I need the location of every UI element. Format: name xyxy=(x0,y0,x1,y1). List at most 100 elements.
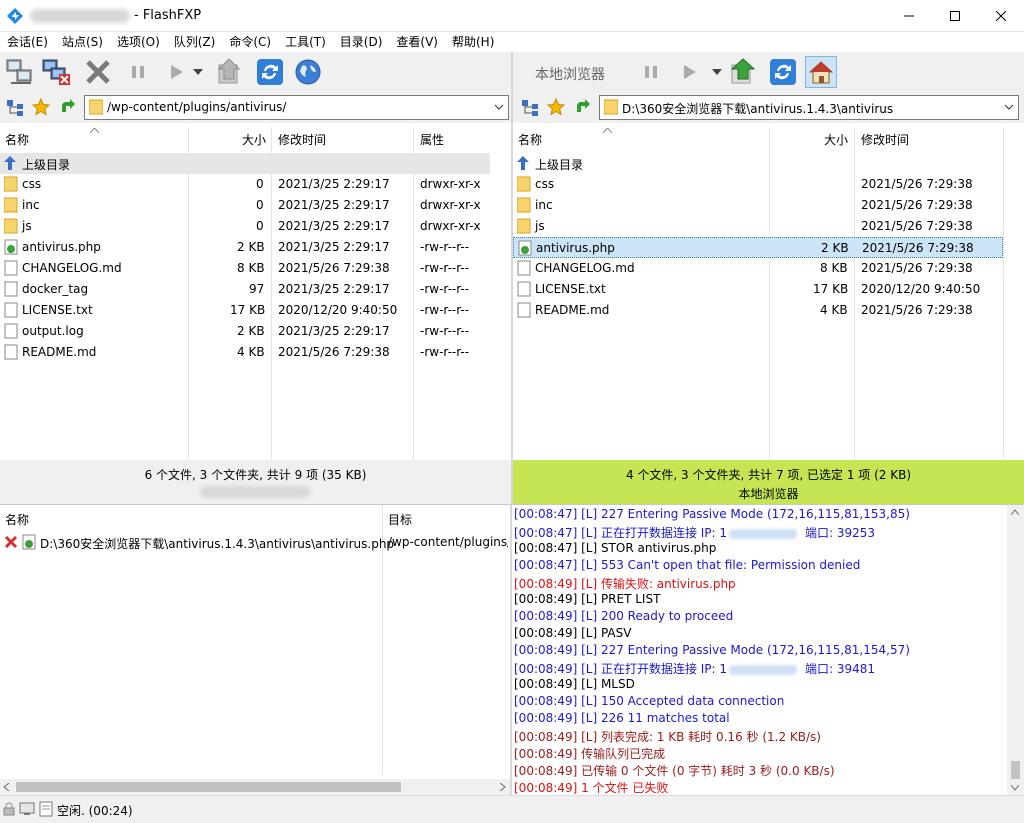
favorite-star-icon[interactable] xyxy=(32,98,50,116)
transfer-queue-button[interactable] xyxy=(160,56,192,88)
menu-commands[interactable]: 命令(C) xyxy=(222,32,278,52)
transfer-up-button[interactable] xyxy=(214,56,246,88)
up-dir-row[interactable]: 上级目录 xyxy=(513,153,1003,174)
browse-web-button[interactable] xyxy=(292,56,324,88)
maximize-icon xyxy=(950,11,960,21)
log-line: [00:08:49] [L] 传输失败: antivirus.php xyxy=(514,575,736,592)
menu-queue[interactable]: 队列(Z) xyxy=(167,32,223,52)
php-file-icon xyxy=(518,240,532,256)
maximize-button[interactable] xyxy=(932,0,978,32)
remote-path-combo[interactable]: /wp-content/plugins/antivirus/ xyxy=(84,95,509,120)
log-line: [00:08:47] [L] 227 Entering Passive Mode… xyxy=(514,507,910,521)
sitemap-icon[interactable] xyxy=(521,99,539,117)
refresh-remote-button[interactable] xyxy=(254,56,286,88)
minimize-button[interactable] xyxy=(886,0,932,32)
menu-view[interactable]: 查看(V) xyxy=(389,32,445,52)
table-row[interactable]: LICENSE.txt 17 KB 2020/12/20 9:40:50 xyxy=(513,279,1003,300)
folder-icon xyxy=(4,176,18,192)
local-pause-button[interactable] xyxy=(635,56,667,88)
log-timestamp: [00:08:49] xyxy=(514,643,582,657)
close-button[interactable] xyxy=(978,0,1024,32)
folder-icon xyxy=(4,218,18,234)
local-path-combo[interactable]: D:\360安全浏览器下载\antivirus.1.4.3\antivirus xyxy=(599,95,1019,120)
chevron-down-icon xyxy=(494,104,504,110)
log-vscrollbar[interactable] xyxy=(1007,505,1024,795)
monitor-icon xyxy=(19,802,35,815)
menu-tools[interactable]: 工具(T) xyxy=(278,32,333,52)
local-browser-label: 本地浏览器 xyxy=(535,67,605,83)
blurred-site-label xyxy=(200,486,310,498)
queue-hscrollbar[interactable] xyxy=(0,779,510,795)
col-header-modified[interactable]: 修改时间 xyxy=(861,131,909,153)
disconnect-computers-icon xyxy=(42,59,70,85)
folder-icon xyxy=(517,176,531,192)
folder-icon xyxy=(89,99,103,115)
log-line: [00:08:49] [L] MLSD xyxy=(514,677,635,691)
parent-dir-arrow-icon[interactable] xyxy=(58,98,76,116)
table-row-selected[interactable]: antivirus.php 2 KB 2021/5/26 7:29:38 xyxy=(513,237,1003,258)
local-transfer-up-button[interactable] xyxy=(727,56,759,88)
table-row[interactable]: inc 0 2021/3/25 2:29:17 drwxr-xr-x xyxy=(0,195,490,216)
table-row[interactable]: js 2021/5/26 7:29:38 xyxy=(513,216,1003,237)
parent-dir-arrow-icon[interactable] xyxy=(573,98,591,116)
scroll-thumb[interactable] xyxy=(1011,761,1020,779)
table-row[interactable]: css 0 2021/3/25 2:29:17 drwxr-xr-x xyxy=(0,174,490,195)
log-timestamp: [00:08:49] xyxy=(514,592,582,606)
menu-help[interactable]: 帮助(H) xyxy=(445,32,501,52)
table-row[interactable]: CHANGELOG.md 8 KB 2021/5/26 7:29:38 -rw-… xyxy=(0,258,490,279)
remote-path-text: /wp-content/plugins/antivirus/ xyxy=(107,100,287,114)
up-dir-row[interactable]: 上级目录 xyxy=(0,153,490,174)
menu-directory[interactable]: 目录(D) xyxy=(333,32,390,52)
col-header-attr[interactable]: 属性 xyxy=(420,131,444,153)
scroll-thumb[interactable] xyxy=(16,782,401,792)
log-timestamp: [00:08:47] xyxy=(514,541,582,555)
table-row[interactable]: js 0 2021/3/25 2:29:17 drwxr-xr-x xyxy=(0,216,490,237)
failed-x-icon xyxy=(4,535,18,549)
table-row[interactable]: output.log 2 KB 2021/3/25 2:29:17 -rw-r-… xyxy=(0,321,490,342)
refresh-local-button[interactable] xyxy=(767,56,799,88)
upload-arrow-icon xyxy=(217,58,241,84)
connect-button[interactable] xyxy=(4,56,36,88)
transfer-dropdown[interactable] xyxy=(190,56,206,88)
table-row[interactable]: CHANGELOG.md 8 KB 2021/5/26 7:29:38 xyxy=(513,258,1003,279)
queue-header-target[interactable]: 目标 xyxy=(388,511,412,528)
col-header-name[interactable]: 名称 xyxy=(5,131,29,153)
log-message: [L] 正在打开数据连接 IP: 1 xyxy=(581,662,728,676)
menu-session[interactable]: 会话(E) xyxy=(0,32,55,52)
pause-button[interactable] xyxy=(122,56,154,88)
queue-item[interactable]: D:\360安全浏览器下载\antivirus.1.4.3\antivirus\… xyxy=(0,533,510,553)
local-status-bar: 4 个文件, 3 个文件夹, 共计 7 项, 已选定 1 项 (2 KB) 本地… xyxy=(513,460,1024,504)
home-button[interactable] xyxy=(805,56,837,88)
col-header-size[interactable]: 大小 xyxy=(824,131,848,153)
queue-header-name[interactable]: 名称 xyxy=(5,511,29,528)
abort-button[interactable] xyxy=(82,56,114,88)
file-icon xyxy=(4,281,18,297)
table-row[interactable]: antivirus.php 2 KB 2021/3/25 2:29:17 -rw… xyxy=(0,237,490,258)
table-row[interactable]: README.md 4 KB 2021/5/26 7:29:38 xyxy=(513,300,1003,321)
menu-sites[interactable]: 站点(S) xyxy=(55,32,110,52)
blurred-ip xyxy=(729,528,798,539)
col-header-name[interactable]: 名称 xyxy=(518,131,542,153)
favorite-star-icon[interactable] xyxy=(547,98,565,116)
log-message: [L] 226 11 matches total xyxy=(581,711,730,725)
disconnect-button[interactable] xyxy=(40,56,72,88)
local-transfer-button[interactable] xyxy=(673,56,705,88)
log-line: [00:08:49] [L] 227 Entering Passive Mode… xyxy=(514,643,910,657)
log-timestamp: [00:08:49] xyxy=(514,764,582,778)
local-toolbar: 本地浏览器 xyxy=(513,52,1024,92)
col-header-modified[interactable]: 修改时间 xyxy=(278,131,326,153)
table-row[interactable]: css 2021/5/26 7:29:38 xyxy=(513,174,1003,195)
globe-icon xyxy=(295,59,321,85)
log-timestamp: [00:08:49] xyxy=(514,662,582,676)
menu-options[interactable]: 选项(O) xyxy=(110,32,167,52)
blurred-site-name xyxy=(30,9,130,23)
table-row[interactable]: README.md 4 KB 2021/5/26 7:29:38 -rw-r--… xyxy=(0,342,490,363)
window-title: - FlashFXP xyxy=(134,8,202,23)
table-row[interactable]: inc 2021/5/26 7:29:38 xyxy=(513,195,1003,216)
table-row[interactable]: docker_tag 97 2021/3/25 2:29:17 -rw-r--r… xyxy=(0,279,490,300)
local-file-list: 名称 大小 修改时间 上级目录 css 2021/5/26 7:29:38 in… xyxy=(513,127,1024,460)
table-row[interactable]: LICENSE.txt 17 KB 2020/12/20 9:40:50 -rw… xyxy=(0,300,490,321)
col-header-size[interactable]: 大小 xyxy=(242,131,266,153)
local-transfer-dropdown[interactable] xyxy=(709,56,725,88)
sitemap-icon[interactable] xyxy=(6,99,24,117)
